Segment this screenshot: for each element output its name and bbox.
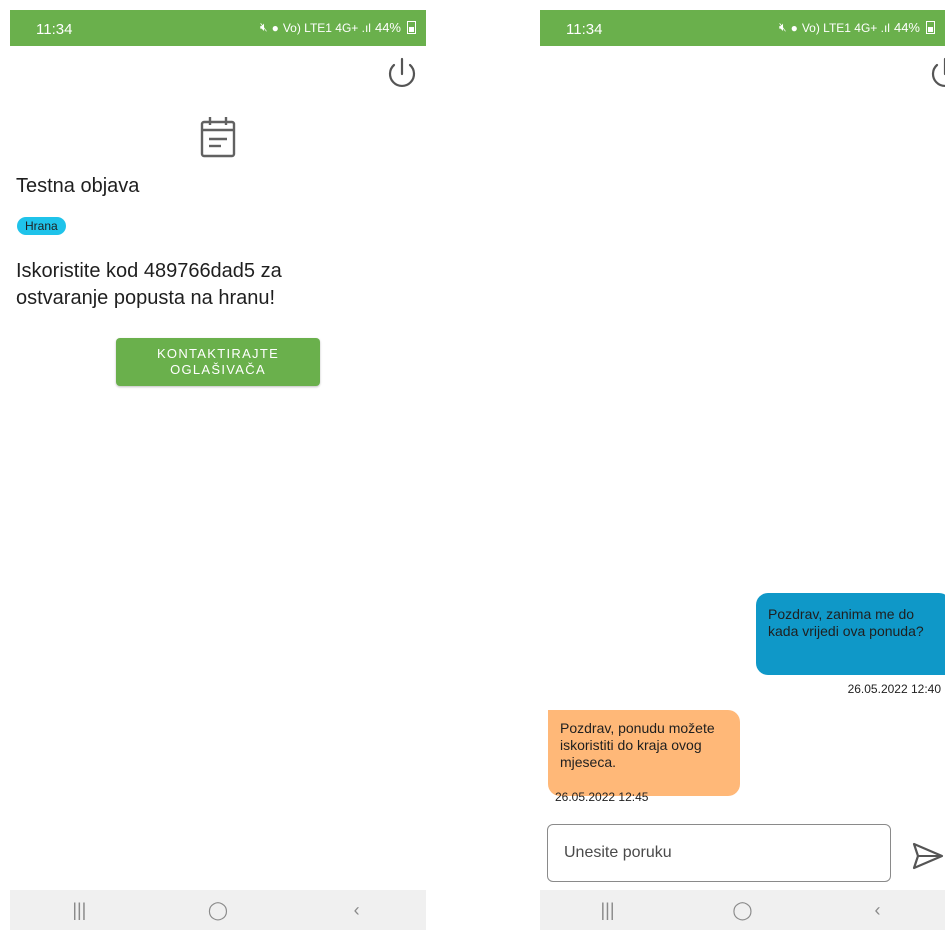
recents-button[interactable]: ||| <box>588 900 628 921</box>
battery-percent: 44% <box>374 20 401 35</box>
mute-icon: 🔇︎ <box>260 20 268 34</box>
status-bar: 11:34 🔇︎ ● Vo) LTE1 4G+ .ıl 44% <box>540 10 945 46</box>
message-timestamp: 26.05.2022 12:40 <box>847 682 941 696</box>
mute-icon: 🔇︎ <box>779 20 787 34</box>
home-button[interactable]: ◯ <box>198 900 238 921</box>
send-icon[interactable] <box>910 840 945 872</box>
signal-indicators: Vo) LTE1 4G+ .ıl <box>282 20 371 35</box>
document-icon <box>200 117 236 158</box>
signal-indicators: Vo) LTE1 4G+ .ıl <box>801 20 890 35</box>
location-icon: ● <box>271 20 279 35</box>
chat-screen: 11:34 🔇︎ ● Vo) LTE1 4G+ .ıl 44% Pozdrav,… <box>540 10 945 930</box>
outgoing-message: Pozdrav, zanima me do kada vrijedi ova p… <box>756 593 945 675</box>
message-input[interactable] <box>547 824 891 882</box>
power-icon[interactable] <box>927 56 945 92</box>
system-nav-bar: ||| ◯ ‹ <box>10 890 426 930</box>
system-nav-bar: ||| ◯ ‹ <box>540 890 945 930</box>
status-time: 11:34 <box>566 21 603 38</box>
battery-icon <box>407 21 416 34</box>
status-icons: 🔇︎ ● Vo) LTE1 4G+ .ıl 44% <box>779 20 935 35</box>
contact-advertiser-button[interactable]: KONTAKTIRAJTE OGLAŠIVAČA <box>116 338 320 386</box>
status-time: 11:34 <box>36 21 73 38</box>
post-title: Testna objava <box>16 175 140 197</box>
post-detail-screen: 11:34 🔇︎ ● Vo) LTE1 4G+ .ıl 44% Testna o… <box>10 10 426 930</box>
power-icon[interactable] <box>384 56 420 92</box>
location-icon: ● <box>790 20 798 35</box>
status-icons: 🔇︎ ● Vo) LTE1 4G+ .ıl 44% <box>260 20 416 35</box>
post-body: Iskoristite kod 489766dad5 za ostvaranje… <box>16 260 282 309</box>
status-bar: 11:34 🔇︎ ● Vo) LTE1 4G+ .ıl 44% <box>10 10 426 46</box>
recents-button[interactable]: ||| <box>59 900 99 921</box>
message-timestamp: 26.05.2022 12:45 <box>555 790 649 804</box>
category-chip: Hrana <box>17 217 66 235</box>
incoming-message: Pozdrav, ponudu možete iskoristiti do kr… <box>548 710 740 796</box>
back-button[interactable]: ‹ <box>858 900 898 921</box>
home-button[interactable]: ◯ <box>723 900 763 921</box>
battery-percent: 44% <box>893 20 920 35</box>
battery-icon <box>926 21 935 34</box>
contact-button-label: KONTAKTIRAJTE OGLAŠIVAČA <box>156 346 280 377</box>
back-button[interactable]: ‹ <box>337 900 377 921</box>
